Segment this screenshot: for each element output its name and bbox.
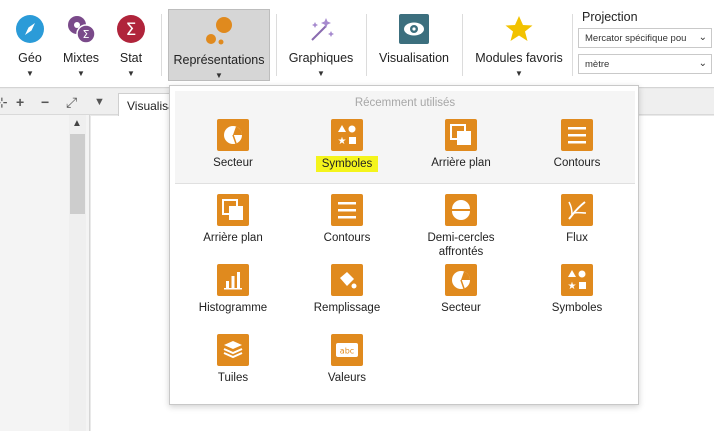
recent-title: Récemment utilisés xyxy=(354,97,456,109)
sparkles-icon xyxy=(306,14,336,44)
expand-icon[interactable]: ⊹ xyxy=(0,95,8,109)
star-icon xyxy=(504,14,534,44)
menu-item-histogramme[interactable]: Histogramme xyxy=(178,264,288,315)
half-circles-icon xyxy=(445,194,477,226)
menu-item-valeurs[interactable]: abc Valeurs xyxy=(292,334,402,385)
fullscreen-icon[interactable]: ⤢ xyxy=(66,95,77,109)
chevron-down-icon: ⌄ xyxy=(698,32,707,43)
representations-icon xyxy=(204,16,234,46)
visualisation-button[interactable]: Visualisation xyxy=(376,8,452,80)
menu-item-label: Secteur xyxy=(441,302,481,314)
mixtes-label: Mixtes xyxy=(62,51,100,65)
recent-item-label: Symboles xyxy=(315,156,379,172)
ribbon: Géo ▼ Σ Mixtes ▼ Σ Stat ▼ Représentation… xyxy=(0,0,714,88)
eye-icon xyxy=(399,14,429,44)
recent-item-symboles[interactable]: ★ Symboles xyxy=(292,119,402,172)
menu-item-tuiles[interactable]: Tuiles xyxy=(178,334,288,385)
mixtes-button[interactable]: Σ Mixtes ▼ xyxy=(58,8,104,80)
chevron-down-icon: ▼ xyxy=(127,69,135,78)
svg-text:abc: abc xyxy=(340,347,354,356)
minus-icon[interactable]: − xyxy=(41,95,49,109)
representations-button[interactable]: Représentations ▼ xyxy=(168,9,270,81)
recent-item-label: Secteur xyxy=(213,157,253,169)
contours-icon xyxy=(561,119,593,151)
representations-menu: Récemment utilisés Secteur ★ Symboles Ar… xyxy=(169,85,639,405)
ribbon-separator xyxy=(161,14,162,76)
ribbon-separator xyxy=(462,14,463,76)
menu-item-label: Contours xyxy=(323,232,371,244)
menu-item-label: Demi-cercles affrontés xyxy=(427,232,495,258)
recent-item-arriere-plan[interactable]: Arrière plan xyxy=(406,119,516,170)
values-icon: abc xyxy=(331,334,363,366)
chevron-down-icon: ▼ xyxy=(26,69,34,78)
stat-button[interactable]: Σ Stat ▼ xyxy=(112,8,150,80)
recent-item-secteur[interactable]: Secteur xyxy=(178,119,288,170)
chevron-down-icon: ▼ xyxy=(77,69,85,78)
projection-title: Projection xyxy=(582,10,638,24)
background-icon xyxy=(445,119,477,151)
menu-item-arriere-plan[interactable]: Arrière plan xyxy=(178,194,288,245)
menu-item-label: Arrière plan xyxy=(203,232,263,244)
recent-item-label: Contours xyxy=(553,157,601,169)
recent-item-label: Arrière plan xyxy=(431,157,491,169)
scroll-up-icon[interactable]: ▲ xyxy=(72,118,82,129)
menu-item-label: Histogramme xyxy=(198,302,268,314)
menu-item-symboles[interactable]: ★ Symboles xyxy=(522,264,632,315)
menu-item-remplissage[interactable]: Remplissage xyxy=(292,264,402,315)
unit-select[interactable]: mètre ⌄ xyxy=(578,54,712,74)
svg-text:Σ: Σ xyxy=(83,28,90,41)
chevron-down-icon[interactable]: ▼ xyxy=(94,95,105,109)
graphiques-button[interactable]: Graphiques ▼ xyxy=(286,8,356,80)
scrollbar-thumb[interactable] xyxy=(70,134,85,214)
menu-item-flux[interactable]: Flux xyxy=(522,194,632,245)
symbols-icon: ★ xyxy=(331,119,363,151)
plus-icon[interactable]: + xyxy=(16,95,24,109)
visualisation-label: Visualisation xyxy=(379,51,449,65)
svg-text:Σ: Σ xyxy=(126,20,137,40)
svg-text:★: ★ xyxy=(338,136,347,146)
menu-item-contours[interactable]: Contours xyxy=(292,194,402,245)
projection-select[interactable]: Mercator spécifique pou ⌄ xyxy=(578,28,712,48)
pie-icon xyxy=(445,264,477,296)
flux-icon xyxy=(561,194,593,226)
menu-item-demi-cercles[interactable]: Demi-cercles affrontés xyxy=(406,194,516,259)
projection-select-value: Mercator spécifique pou xyxy=(585,33,687,44)
menu-item-label: Remplissage xyxy=(313,302,381,314)
recent-item-contours[interactable]: Contours xyxy=(522,119,632,170)
modules-favoris-label: Modules favoris xyxy=(475,51,563,65)
pie-icon xyxy=(217,119,249,151)
chevron-down-icon: ▼ xyxy=(215,71,223,80)
menu-item-label: Flux xyxy=(566,232,588,244)
stat-label: Stat xyxy=(119,51,143,65)
graphiques-label: Graphiques xyxy=(288,51,354,65)
geo-button[interactable]: Géo ▼ xyxy=(8,8,52,80)
tiles-icon xyxy=(217,334,249,366)
mixtes-icon: Σ xyxy=(66,14,96,44)
menu-item-label: Symboles xyxy=(551,302,603,314)
chevron-down-icon: ▼ xyxy=(515,69,523,78)
chevron-down-icon: ▼ xyxy=(317,69,325,78)
ribbon-separator xyxy=(276,14,277,76)
ribbon-separator xyxy=(366,14,367,76)
histogram-icon xyxy=(217,264,249,296)
svg-text:★: ★ xyxy=(568,281,577,291)
unit-select-value: mètre xyxy=(585,59,610,70)
geo-label: Géo xyxy=(18,51,42,65)
menu-item-label: Tuiles xyxy=(217,372,249,384)
background-icon xyxy=(217,194,249,226)
menu-item-secteur[interactable]: Secteur xyxy=(406,264,516,315)
modules-favoris-button[interactable]: Modules favoris ▼ xyxy=(472,8,566,80)
contours-icon xyxy=(331,194,363,226)
fill-icon xyxy=(331,264,363,296)
compass-icon xyxy=(15,14,45,44)
menu-item-label: Valeurs xyxy=(327,372,367,384)
symbols-icon: ★ xyxy=(561,264,593,296)
ribbon-separator xyxy=(572,14,573,76)
chevron-down-icon: ⌄ xyxy=(698,58,707,69)
representations-label: Représentations xyxy=(173,53,265,67)
sigma-icon: Σ xyxy=(116,14,146,44)
